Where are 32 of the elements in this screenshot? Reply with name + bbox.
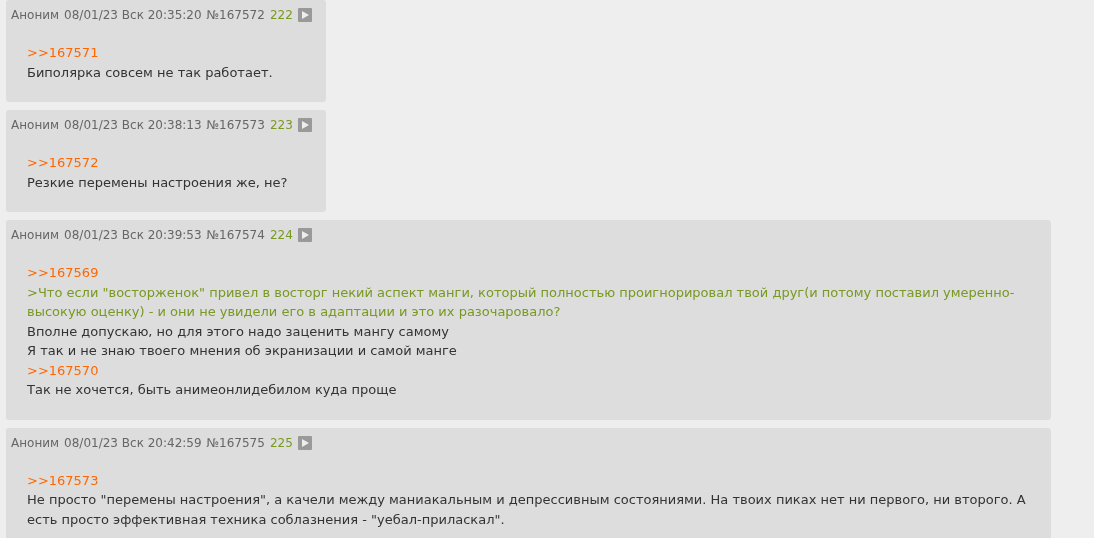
post-ordinal: 223: [269, 117, 293, 134]
post-number[interactable]: №167572: [206, 6, 265, 24]
post-text: Так не хочется, быть анимеонлидебилом куда проще: [27, 381, 398, 399]
post-date: 08/01/23 Вск 20:39:53: [64, 227, 202, 244]
post-text: Вполне допускаю, но для этого надо заценить мангу самому: [27, 322, 450, 341]
post-number[interactable]: №167575: [206, 433, 265, 452]
poster-name: Аноним: [11, 117, 60, 134]
post-ordinal: 224: [269, 227, 293, 244]
quote-text: >Что если "восторженок" привел в восторг некий аспект манги, который полностью проигнорировал твой друг(и потому поставил умеренно-высокую оценку) - и они не увидели его в адаптации и это их разочаровало?: [27, 283, 1016, 321]
post-ordinal: 222: [269, 7, 293, 24]
play-icon[interactable]: [297, 228, 312, 242]
play-icon[interactable]: [297, 8, 312, 22]
poster-name: Аноним: [11, 434, 60, 452]
post-number[interactable]: №167574: [206, 226, 265, 244]
post-text: Не просто "перемены настроения", а качели между маниакальным и депрессивным состояниями. На твоих пиках нет ни первого, ни второго. А есть просто эффективная техника соблазнения - "уебал-приласкал".: [27, 491, 1027, 529]
play-icon[interactable]: [297, 118, 312, 132]
reply-link[interactable]: >>167572: [27, 153, 99, 173]
poster-name: Аноним: [11, 227, 60, 244]
post-number[interactable]: №167573: [206, 116, 265, 134]
post-date: 08/01/23 Вск 20:42:59: [64, 434, 202, 452]
post-text: Резкие перемены настроения же, не?: [27, 173, 289, 192]
poster-name: Аноним: [11, 7, 60, 24]
post-text: Я так и не знаю твоего мнения об экранизации и самой манге: [27, 342, 458, 360]
post-ordinal: 225: [269, 434, 293, 452]
reply-link[interactable]: >>167573: [27, 470, 99, 490]
reply-link[interactable]: >>167570: [27, 360, 99, 380]
reply-link[interactable]: >>167569: [27, 263, 99, 283]
reply-link[interactable]: >>167571: [27, 43, 99, 63]
post-text: Биполярка совсем не так работает.: [27, 63, 274, 82]
play-icon[interactable]: [297, 435, 312, 450]
post-date: 08/01/23 Вск 20:35:20: [64, 7, 202, 24]
post-date: 08/01/23 Вск 20:38:13: [64, 117, 202, 134]
